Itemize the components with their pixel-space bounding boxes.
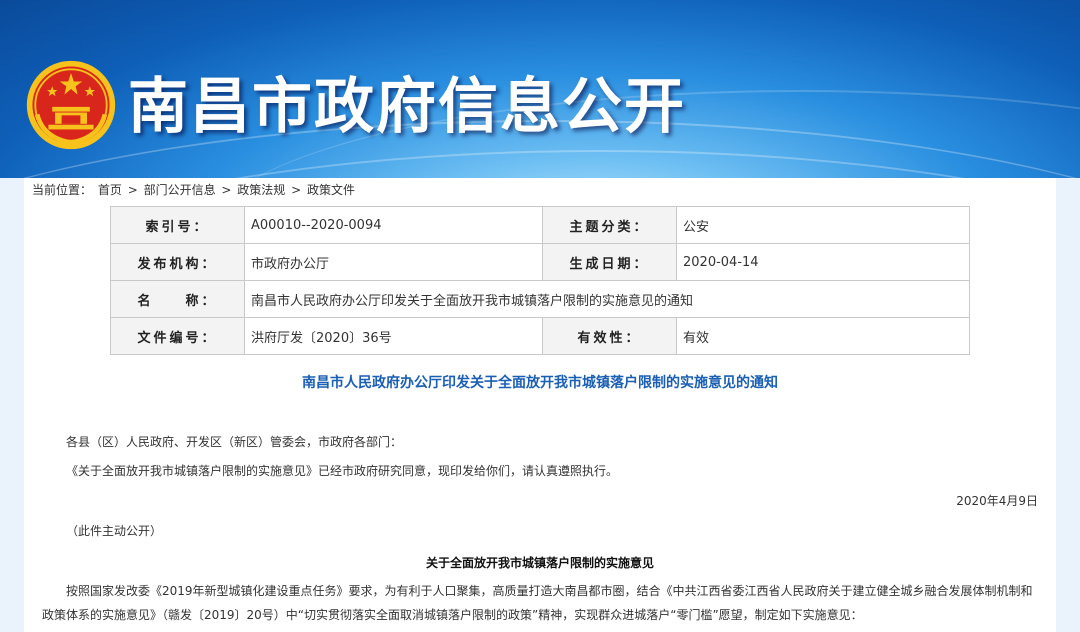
- table-row: 发布机构： 市政府办公厅 生成日期： 2020-04-14: [110, 243, 970, 281]
- site-title: 南昌市政府信息公开: [128, 72, 686, 142]
- table-row: 索引号： A00010--2020-0094 主题分类： 公安: [110, 206, 970, 244]
- breadcrumb-docs[interactable]: 政策文件: [307, 183, 355, 197]
- national-emblem-icon: [26, 60, 116, 150]
- breadcrumb-prefix: 当前位置：: [32, 183, 93, 197]
- breadcrumb: 当前位置： 首页 > 部门公开信息 > 政策法规 > 政策文件: [32, 181, 357, 198]
- breadcrumb-separator: >: [127, 183, 142, 197]
- docno-value: 洪府厅发〔2020〕36号: [244, 317, 543, 355]
- opinion-paragraph-line2: 政策体系的实施意见》（赣发〔2019〕20号）中“切实贯彻落实全面取消城镇落户限…: [42, 608, 863, 622]
- document-title: 南昌市人民政府办公厅印发关于全面放开我市城镇落户限制的实施意见的通知: [302, 375, 778, 391]
- index-value: A00010--2020-0094: [244, 206, 543, 244]
- opinion-paragraph-line1: 按照国家发改委《2019年新型城镇化建设重点任务》要求，为有利于人口聚集，高质量…: [66, 584, 1033, 598]
- table-row: 名 称： 南昌市人民政府办公厅印发关于全面放开我市城镇落户限制的实施意见的通知: [110, 280, 970, 318]
- breadcrumb-dept[interactable]: 部门公开信息: [144, 183, 216, 197]
- date-value: 2020-04-14: [676, 243, 970, 281]
- addressee: 各县（区）人民政府、开发区（新区）管委会，市政府各部门：: [66, 435, 403, 449]
- validity-value: 有效: [676, 317, 970, 355]
- issuer-label: 发布机构：: [110, 243, 245, 281]
- breadcrumb-separator: >: [221, 183, 236, 197]
- opinion-title: 关于全面放开我市城镇落户限制的实施意见: [425, 556, 654, 570]
- content-panel: 当前位置： 首页 > 部门公开信息 > 政策法规 > 政策文件 索引号： A00…: [24, 178, 1056, 632]
- category-label: 主题分类：: [542, 206, 677, 244]
- header-banner: 南昌市政府信息公开: [0, 0, 1080, 178]
- table-row: 文件编号： 洪府厅发〔2020〕36号 有效性： 有效: [110, 317, 970, 355]
- docno-label: 文件编号：: [110, 317, 245, 355]
- name-value: 南昌市人民政府办公厅印发关于全面放开我市城镇落户限制的实施意见的通知: [244, 280, 970, 318]
- validity-label: 有效性：: [542, 317, 677, 355]
- breadcrumb-policy[interactable]: 政策法规: [237, 183, 285, 197]
- metadata-table: 索引号： A00010--2020-0094 主题分类： 公安 发布机构： 市政…: [110, 206, 970, 355]
- date-label: 生成日期：: [542, 243, 677, 281]
- name-label: 名 称：: [110, 280, 245, 318]
- public-note: （此件主动公开）: [66, 524, 163, 538]
- breadcrumb-home[interactable]: 首页: [98, 183, 122, 197]
- category-value: 公安: [676, 206, 970, 244]
- index-label: 索引号：: [110, 206, 245, 244]
- body-paragraph: 《关于全面放开我市城镇落户限制的实施意见》已经市政府研究同意，现印发给你们，请认…: [66, 464, 619, 478]
- breadcrumb-separator: >: [291, 183, 305, 197]
- document-date: 2020年4月9日: [956, 494, 1038, 508]
- issuer-value: 市政府办公厅: [244, 243, 543, 281]
